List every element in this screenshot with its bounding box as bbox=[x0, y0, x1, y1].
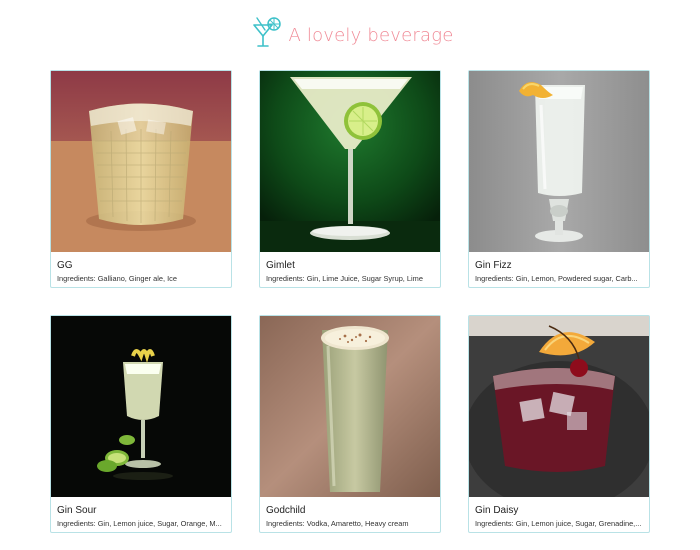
drink-card-gimlet[interactable]: Gimlet Ingredients: Gin, Lime Juice, Sug… bbox=[259, 70, 441, 288]
drink-name: Gin Fizz bbox=[475, 260, 512, 271]
drink-ingredients: Ingredients: Gin, Lemon, Powdered sugar,… bbox=[475, 274, 638, 283]
drink-photo bbox=[469, 71, 649, 252]
drink-ingredients: Ingredients: Vodka, Amaretto, Heavy crea… bbox=[266, 519, 409, 528]
drink-ingredients: Ingredients: Galliano, Ginger ale, Ice bbox=[57, 274, 177, 283]
drink-name: Gimlet bbox=[266, 260, 295, 271]
drink-ingredients: Ingredients: Gin, Lemon juice, Sugar, Gr… bbox=[475, 519, 642, 528]
drink-photo bbox=[51, 316, 231, 497]
drink-photo bbox=[51, 71, 231, 252]
drink-name: Gin Sour bbox=[57, 505, 97, 516]
drink-card-godchild[interactable]: Godchild Ingredients: Vodka, Amaretto, H… bbox=[259, 315, 441, 533]
drink-ingredients: Ingredients: Gin, Lemon juice, Sugar, Or… bbox=[57, 519, 222, 528]
drink-card-gin-fizz[interactable]: Gin Fizz Ingredients: Gin, Lemon, Powder… bbox=[468, 70, 650, 288]
drink-photo bbox=[260, 71, 440, 252]
drink-name: GG bbox=[57, 260, 73, 271]
drink-card-gin-sour[interactable]: Gin Sour Ingredients: Gin, Lemon juice, … bbox=[50, 315, 232, 533]
drink-photo bbox=[469, 316, 649, 497]
drink-ingredients: Ingredients: Gin, Lime Juice, Sugar Syru… bbox=[266, 274, 423, 283]
drink-card-gg[interactable]: GG Ingredients: Galliano, Ginger ale, Ic… bbox=[50, 70, 232, 288]
drink-grid: GG Ingredients: Galliano, Ginger ale, Ic… bbox=[0, 0, 700, 550]
drink-name: Godchild bbox=[266, 505, 306, 516]
drink-name: Gin Daisy bbox=[475, 505, 519, 516]
drink-photo bbox=[260, 316, 440, 497]
drink-card-gin-daisy[interactable]: Gin Daisy Ingredients: Gin, Lemon juice,… bbox=[468, 315, 650, 533]
